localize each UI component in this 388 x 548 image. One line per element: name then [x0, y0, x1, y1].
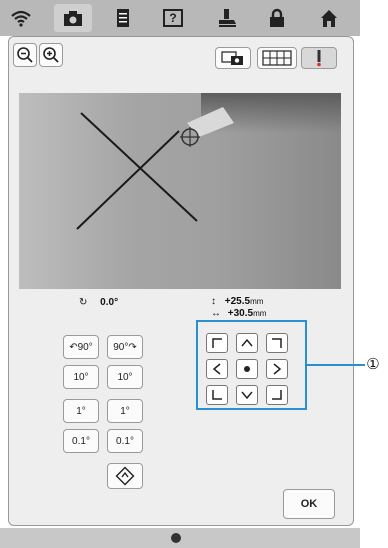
cross-mark-line-b: [76, 130, 180, 230]
rotation-icon: ↻: [79, 297, 88, 308]
rotate-right-90-button[interactable]: 90°↷: [107, 335, 143, 359]
bottom-bar: [0, 528, 360, 548]
horizontal-offset-unit: mm: [253, 309, 267, 317]
camera-view-button[interactable]: [215, 47, 251, 69]
document-icon: [117, 9, 129, 27]
horizontal-offset-readout: ↔ +30.5mm: [211, 308, 266, 317]
callout-number: ①: [366, 356, 380, 373]
reset-rotation-button[interactable]: [107, 463, 143, 489]
ok-label: OK: [300, 498, 318, 510]
pointer-tool-image: [187, 107, 234, 137]
camera-image[interactable]: [19, 93, 341, 289]
vertical-offset-value: +25.5: [224, 296, 251, 307]
rotate-right-0-1-button[interactable]: 0.1°: [107, 429, 143, 453]
needle-icon: [317, 50, 321, 67]
top-tab-bar: ?: [0, 0, 360, 36]
needle-position-button[interactable]: [301, 47, 337, 69]
camera-tab[interactable]: [54, 4, 92, 32]
wifi-tab[interactable]: [2, 4, 40, 32]
zoom-in-button[interactable]: [39, 43, 63, 67]
rotation-readout: ↻ 0.0°: [79, 297, 118, 308]
rotate-left-10-label: 10°: [73, 371, 89, 383]
rotate-right-1-label: 1°: [120, 405, 130, 417]
rotate-right-10-label: 10°: [117, 371, 133, 383]
vertical-offset-readout: ↕ +25.5mm: [211, 296, 263, 307]
rotate-left-1-label: 1°: [76, 405, 86, 417]
ok-button[interactable]: OK: [283, 489, 335, 519]
lock-tab[interactable]: [258, 4, 296, 32]
rotate-left-0-1-button[interactable]: 0.1°: [63, 429, 99, 453]
rotate-left-90-label: ↶90°: [69, 341, 93, 353]
camera-view-panel: ↻ 0.0° ↕ +25.5mm ↔ +30.5mm ↶90° 90°↷ 10°…: [8, 36, 354, 526]
wifi-icon: [11, 10, 31, 27]
rotate-right-1-button[interactable]: 1°: [107, 399, 143, 423]
zoom-in-icon: [43, 47, 59, 63]
home-icon: [321, 10, 337, 27]
reset-rotation-icon: [115, 466, 135, 486]
rotate-left-90-button[interactable]: ↶90°: [63, 335, 99, 359]
rotate-right-10-button[interactable]: 10°: [107, 365, 143, 389]
horizontal-offset-value: +30.5: [227, 308, 254, 317]
grid-button[interactable]: [257, 47, 297, 69]
rotate-right-0-1-label: 0.1°: [116, 435, 134, 447]
grid-icon: [262, 50, 292, 66]
rotate-left-10-button[interactable]: 10°: [63, 365, 99, 389]
zoom-out-icon: [17, 47, 33, 63]
arrow-keys-highlight: [196, 320, 307, 410]
vertical-offset-unit: mm: [250, 297, 264, 306]
camera-icon: [64, 11, 82, 26]
presser-foot-tab[interactable]: [208, 4, 246, 32]
cross-mark-line-a: [80, 112, 198, 222]
callout-line: [307, 364, 365, 366]
help-tab[interactable]: ?: [154, 4, 192, 32]
home-tab[interactable]: [310, 4, 348, 32]
document-tab[interactable]: [104, 4, 142, 32]
help-icon: ?: [163, 9, 183, 27]
rotate-right-90-label: 90°↷: [113, 341, 137, 353]
presser-foot-icon: [219, 9, 236, 27]
camera-view-icon: [221, 51, 243, 65]
rotation-value: 0.0°: [100, 297, 119, 308]
vertical-arrow-icon: ↕: [211, 296, 216, 307]
rotate-left-1-button[interactable]: 1°: [63, 399, 99, 423]
horizontal-arrow-icon: ↔: [211, 308, 221, 317]
bottom-indicator-icon: [171, 533, 181, 543]
rotate-left-0-1-label: 0.1°: [72, 435, 90, 447]
zoom-out-button[interactable]: [13, 43, 37, 67]
lock-icon: [270, 8, 284, 27]
